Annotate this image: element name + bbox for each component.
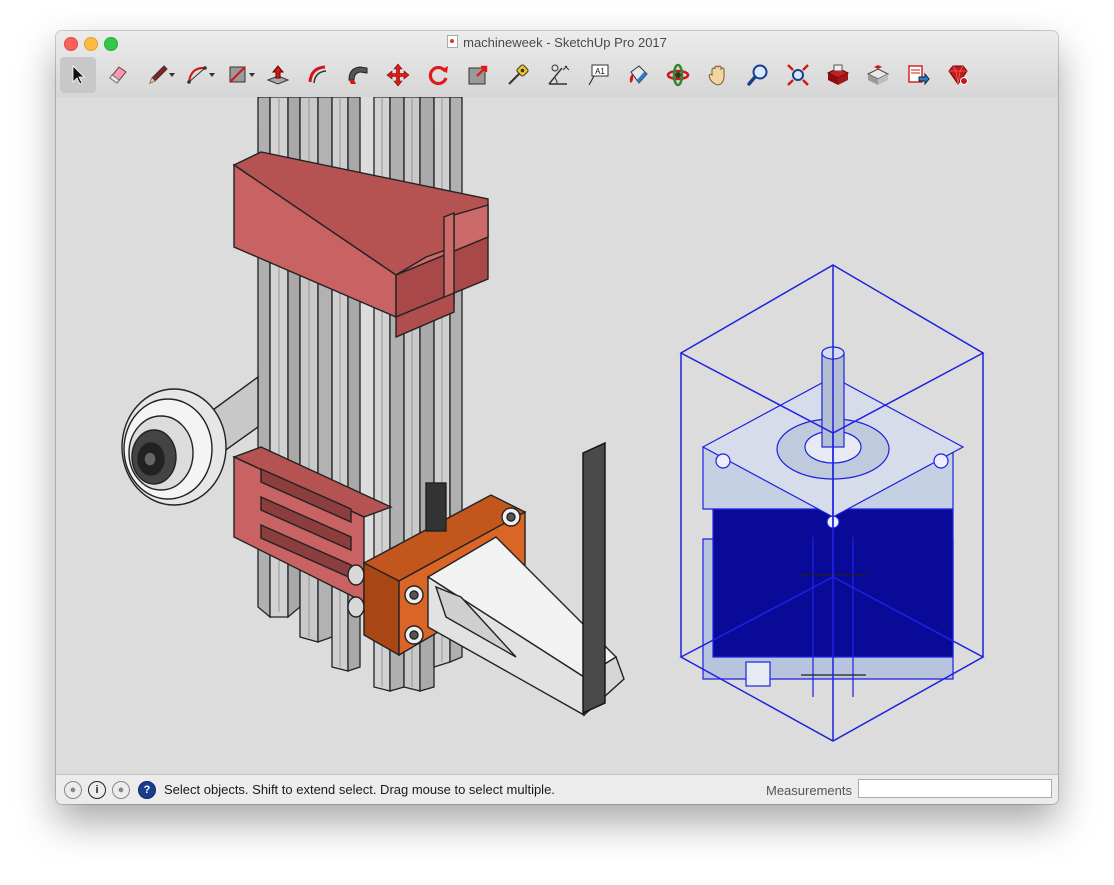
warehouse-tool[interactable] (820, 57, 856, 93)
title-bar: machineweek - SketchUp Pro 2017 A1 (56, 31, 1058, 98)
zoom-tool[interactable] (740, 57, 776, 93)
geo-location-icon[interactable]: ● (64, 781, 82, 799)
model-canvas[interactable] (56, 97, 1058, 775)
orbit-icon (666, 63, 690, 87)
scale-tool[interactable] (460, 57, 496, 93)
layout-tool[interactable] (900, 57, 936, 93)
rotate-tool[interactable] (420, 57, 456, 93)
zoom-extents-icon (787, 64, 809, 86)
model-viewport[interactable] (56, 97, 1058, 775)
select-tool[interactable] (60, 57, 96, 93)
orbit-tool[interactable] (660, 57, 696, 93)
measurements-label: Measurements (766, 783, 852, 798)
text-label-icon: A1 (588, 64, 609, 86)
magnifier-icon (747, 64, 768, 86)
rectangle-tool[interactable] (220, 57, 256, 93)
window-title: machineweek - SketchUp Pro 2017 (463, 35, 667, 50)
arc-icon (187, 66, 207, 84)
send-to-layout-icon (908, 65, 930, 86)
status-bar: ● i ● ? Select objects. Shift to extend … (56, 774, 1058, 804)
eraser-icon (109, 66, 127, 84)
offset-tool[interactable] (300, 57, 336, 93)
line-tool-dropdown-icon[interactable] (169, 73, 175, 77)
measurements-input[interactable] (858, 779, 1052, 798)
pencil-icon (149, 65, 168, 84)
pan-tool[interactable] (700, 57, 736, 93)
ruby-gem-icon (948, 65, 968, 85)
paint-bucket-tool[interactable] (620, 57, 656, 93)
rotate-icon (428, 65, 448, 86)
info-icon[interactable]: i (88, 781, 106, 799)
hand-icon (708, 65, 725, 86)
help-icon[interactable]: ? (138, 781, 156, 799)
move-tool[interactable] (380, 57, 416, 93)
rectangle-tool-dropdown-icon[interactable] (249, 73, 255, 77)
arc-tool[interactable] (180, 57, 216, 93)
move-arrows-icon (386, 63, 410, 87)
follow-me-tool[interactable] (340, 57, 376, 93)
main-toolbar: A1 (60, 55, 980, 95)
status-message: Select objects. Shift to extend select. … (164, 782, 555, 797)
push-pull-tool[interactable] (260, 57, 296, 93)
offset-icon (308, 65, 327, 84)
sketchup-window: machineweek - SketchUp Pro 2017 A1 ● i ●… (56, 31, 1058, 804)
user-account-icon[interactable]: ● (112, 781, 130, 799)
scale-icon (468, 65, 488, 85)
extension-warehouse-icon (866, 65, 890, 85)
text-tool[interactable]: A1 (580, 57, 616, 93)
tape-measure-tool[interactable] (500, 57, 536, 93)
arc-tool-dropdown-icon[interactable] (209, 73, 215, 77)
protractor-tool[interactable] (540, 57, 576, 93)
push-pull-icon (266, 65, 290, 85)
extension-warehouse-tool[interactable] (860, 57, 896, 93)
paint-bucket-icon (629, 65, 648, 84)
3d-warehouse-icon (826, 64, 850, 85)
document-icon (447, 35, 459, 48)
arrow-cursor-icon (72, 65, 85, 85)
protractor-icon (548, 64, 570, 85)
zoom-extents-tool[interactable] (780, 57, 816, 93)
line-tool[interactable] (140, 57, 176, 93)
ruby-console-tool[interactable] (940, 57, 976, 93)
rectangle-icon (229, 66, 246, 83)
follow-me-icon (348, 66, 368, 84)
window-title-wrap: machineweek - SketchUp Pro 2017 (56, 35, 1058, 50)
eraser-tool[interactable] (100, 57, 136, 93)
text-tool-label: A1 (595, 67, 605, 76)
tape-measure-icon (508, 64, 529, 85)
sensor-bar[interactable] (582, 441, 606, 715)
